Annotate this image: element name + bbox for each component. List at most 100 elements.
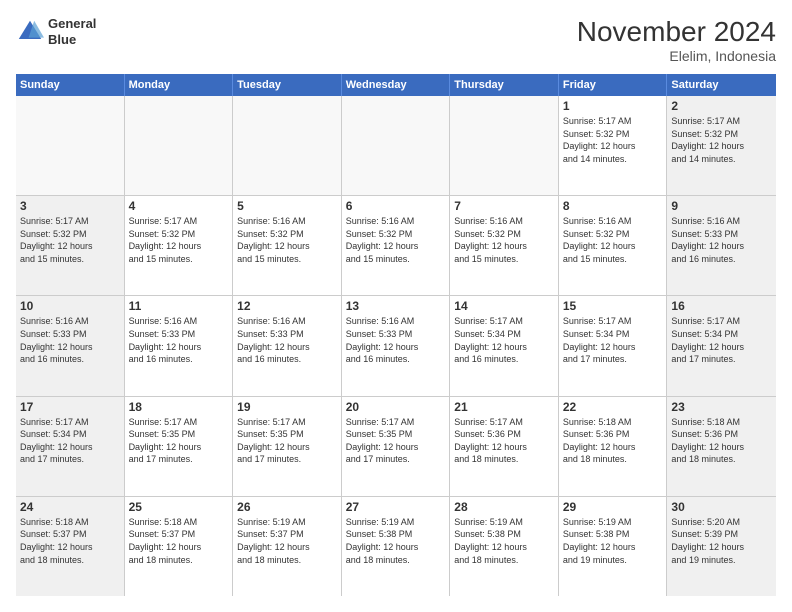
cell-info: Sunrise: 5:17 AM Sunset: 5:35 PM Dayligh…: [346, 416, 446, 466]
cell-info: Sunrise: 5:18 AM Sunset: 5:37 PM Dayligh…: [129, 516, 229, 566]
calendar-row-5: 24Sunrise: 5:18 AM Sunset: 5:37 PM Dayli…: [16, 497, 776, 596]
logo: General Blue: [16, 16, 96, 47]
day-number: 15: [563, 299, 663, 313]
day-header-saturday: Saturday: [667, 74, 776, 96]
cell-info: Sunrise: 5:16 AM Sunset: 5:32 PM Dayligh…: [563, 215, 663, 265]
cell-info: Sunrise: 5:19 AM Sunset: 5:38 PM Dayligh…: [346, 516, 446, 566]
day-number: 14: [454, 299, 554, 313]
cell-info: Sunrise: 5:17 AM Sunset: 5:32 PM Dayligh…: [129, 215, 229, 265]
cal-cell: [125, 96, 234, 195]
cell-info: Sunrise: 5:16 AM Sunset: 5:33 PM Dayligh…: [346, 315, 446, 365]
cal-cell: [233, 96, 342, 195]
cal-cell: 5 Sunrise: 5:16 AM Sunset: 5:32 PM Daylig…: [233, 196, 342, 295]
cal-cell: 25Sunrise: 5:18 AM Sunset: 5:37 PM Dayli…: [125, 497, 234, 596]
cal-cell: 26 Sunrise: 5:19 AM Sunset: 5:37 PM Dayli…: [233, 497, 342, 596]
cell-info: Sunrise: 5:16 AM Sunset: 5:33 PM Dayligh…: [129, 315, 229, 365]
cal-cell: 27 Sunrise: 5:19 AM Sunset: 5:38 PM Dayli…: [342, 497, 451, 596]
logo-text: General Blue: [48, 16, 96, 47]
day-number: 22: [563, 400, 663, 414]
calendar-row-1: 1 Sunrise: 5:17 AM Sunset: 5:32 PM Daylig…: [16, 96, 776, 196]
cell-info: Sunrise: 5:17 AM Sunset: 5:34 PM Dayligh…: [454, 315, 554, 365]
day-header-monday: Monday: [125, 74, 234, 96]
day-number: 19: [237, 400, 337, 414]
cal-cell: 21 Sunrise: 5:17 AM Sunset: 5:36 PM Dayli…: [450, 397, 559, 496]
cell-info: Sunrise: 5:17 AM Sunset: 5:35 PM Dayligh…: [237, 416, 337, 466]
day-number: 1: [563, 99, 663, 113]
day-number: 13: [346, 299, 446, 313]
cal-cell: 12Sunrise: 5:16 AM Sunset: 5:33 PM Dayli…: [233, 296, 342, 395]
cal-cell: 14 Sunrise: 5:17 AM Sunset: 5:34 PM Dayli…: [450, 296, 559, 395]
cell-info: Sunrise: 5:19 AM Sunset: 5:38 PM Dayligh…: [563, 516, 663, 566]
cal-cell: 4Sunrise: 5:17 AM Sunset: 5:32 PM Daylig…: [125, 196, 234, 295]
cal-cell: [16, 96, 125, 195]
cal-cell: 20 Sunrise: 5:17 AM Sunset: 5:35 PM Dayli…: [342, 397, 451, 496]
day-number: 17: [20, 400, 120, 414]
cell-info: Sunrise: 5:16 AM Sunset: 5:33 PM Dayligh…: [20, 315, 120, 365]
cal-cell: 16 Sunrise: 5:17 AM Sunset: 5:34 PM Dayli…: [667, 296, 776, 395]
day-number: 9: [671, 199, 772, 213]
page: General Blue November 2024 Elelim, Indon…: [0, 0, 792, 612]
cal-cell: 28 Sunrise: 5:19 AM Sunset: 5:38 PM Dayli…: [450, 497, 559, 596]
cal-cell: 3Sunrise: 5:17 AM Sunset: 5:32 PM Daylig…: [16, 196, 125, 295]
cal-cell: 2 Sunrise: 5:17 AM Sunset: 5:32 PM Daylig…: [667, 96, 776, 195]
logo-icon: [16, 18, 44, 46]
day-number: 8: [563, 199, 663, 213]
cell-info: Sunrise: 5:17 AM Sunset: 5:34 PM Dayligh…: [671, 315, 772, 365]
cal-cell: 17 Sunrise: 5:17 AM Sunset: 5:34 PM Dayli…: [16, 397, 125, 496]
location: Elelim, Indonesia: [577, 48, 776, 64]
cal-cell: 10 Sunrise: 5:16 AM Sunset: 5:33 PM Dayli…: [16, 296, 125, 395]
day-number: 20: [346, 400, 446, 414]
day-header-sunday: Sunday: [16, 74, 125, 96]
day-number: 16: [671, 299, 772, 313]
day-header-wednesday: Wednesday: [342, 74, 451, 96]
day-number: 2: [671, 99, 772, 113]
day-number: 12: [237, 299, 337, 313]
title-block: November 2024 Elelim, Indonesia: [577, 16, 776, 64]
day-number: 6: [346, 199, 446, 213]
day-number: 28: [454, 500, 554, 514]
cell-info: Sunrise: 5:17 AM Sunset: 5:36 PM Dayligh…: [454, 416, 554, 466]
cal-cell: 11 Sunrise: 5:16 AM Sunset: 5:33 PM Dayli…: [125, 296, 234, 395]
cell-info: Sunrise: 5:20 AM Sunset: 5:39 PM Dayligh…: [671, 516, 772, 566]
cell-info: Sunrise: 5:16 AM Sunset: 5:33 PM Dayligh…: [671, 215, 772, 265]
cal-cell: 8 Sunrise: 5:16 AM Sunset: 5:32 PM Daylig…: [559, 196, 668, 295]
cal-cell: 1Sunrise: 5:17 AM Sunset: 5:32 PM Daylig…: [559, 96, 668, 195]
cal-cell: [450, 96, 559, 195]
cal-cell: 18Sunrise: 5:17 AM Sunset: 5:35 PM Dayli…: [125, 397, 234, 496]
cal-cell: [342, 96, 451, 195]
cell-info: Sunrise: 5:17 AM Sunset: 5:34 PM Dayligh…: [20, 416, 120, 466]
day-number: 5: [237, 199, 337, 213]
cal-cell: 9 Sunrise: 5:16 AM Sunset: 5:33 PM Daylig…: [667, 196, 776, 295]
day-number: 26: [237, 500, 337, 514]
cell-info: Sunrise: 5:17 AM Sunset: 5:32 PM Dayligh…: [671, 115, 772, 165]
cell-info: Sunrise: 5:17 AM Sunset: 5:32 PM Dayligh…: [20, 215, 120, 265]
calendar-row-3: 10 Sunrise: 5:16 AM Sunset: 5:33 PM Dayli…: [16, 296, 776, 396]
calendar-row-4: 17 Sunrise: 5:17 AM Sunset: 5:34 PM Dayli…: [16, 397, 776, 497]
calendar-header: SundayMondayTuesdayWednesdayThursdayFrid…: [16, 74, 776, 96]
cal-cell: 29 Sunrise: 5:19 AM Sunset: 5:38 PM Dayli…: [559, 497, 668, 596]
day-number: 10: [20, 299, 120, 313]
month-title: November 2024: [577, 16, 776, 48]
header: General Blue November 2024 Elelim, Indon…: [16, 16, 776, 64]
calendar: SundayMondayTuesdayWednesdayThursdayFrid…: [16, 74, 776, 596]
cell-info: Sunrise: 5:18 AM Sunset: 5:36 PM Dayligh…: [671, 416, 772, 466]
cal-cell: 30Sunrise: 5:20 AM Sunset: 5:39 PM Dayli…: [667, 497, 776, 596]
cal-cell: 15Sunrise: 5:17 AM Sunset: 5:34 PM Dayli…: [559, 296, 668, 395]
day-number: 21: [454, 400, 554, 414]
cell-info: Sunrise: 5:19 AM Sunset: 5:37 PM Dayligh…: [237, 516, 337, 566]
day-number: 29: [563, 500, 663, 514]
day-number: 27: [346, 500, 446, 514]
cell-info: Sunrise: 5:18 AM Sunset: 5:37 PM Dayligh…: [20, 516, 120, 566]
cell-info: Sunrise: 5:18 AM Sunset: 5:36 PM Dayligh…: [563, 416, 663, 466]
cell-info: Sunrise: 5:16 AM Sunset: 5:32 PM Dayligh…: [346, 215, 446, 265]
cell-info: Sunrise: 5:19 AM Sunset: 5:38 PM Dayligh…: [454, 516, 554, 566]
cal-cell: 6 Sunrise: 5:16 AM Sunset: 5:32 PM Daylig…: [342, 196, 451, 295]
day-number: 23: [671, 400, 772, 414]
cal-cell: 22 Sunrise: 5:18 AM Sunset: 5:36 PM Dayli…: [559, 397, 668, 496]
calendar-body: 1 Sunrise: 5:17 AM Sunset: 5:32 PM Daylig…: [16, 96, 776, 596]
day-header-tuesday: Tuesday: [233, 74, 342, 96]
day-number: 11: [129, 299, 229, 313]
cal-cell: 23 Sunrise: 5:18 AM Sunset: 5:36 PM Dayli…: [667, 397, 776, 496]
cell-info: Sunrise: 5:16 AM Sunset: 5:32 PM Dayligh…: [237, 215, 337, 265]
day-header-thursday: Thursday: [450, 74, 559, 96]
